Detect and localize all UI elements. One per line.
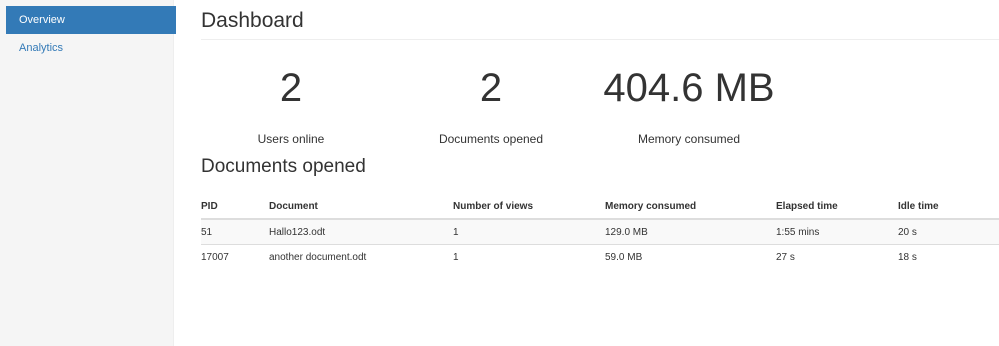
table-row: 17007 another document.odt 1 59.0 MB 27 … (201, 244, 999, 269)
page-title: Dashboard (201, 0, 999, 40)
stat-label: Memory consumed (637, 132, 741, 146)
column-header-elapsed: Elapsed time (776, 195, 898, 220)
stats-row: 2 Users online 2 Documents opened 404.6 … (201, 40, 999, 148)
column-header-pid: PID (201, 195, 269, 220)
stat-users-online: 2 Users online (201, 40, 381, 146)
cell-pid: 17007 (201, 244, 269, 269)
column-header-document: Document (269, 195, 453, 220)
main-content: Dashboard 2 Users online 2 Documents ope… (201, 0, 999, 269)
sidebar: Overview Analytics (0, 0, 176, 346)
stat-value: 2 (279, 66, 303, 110)
stat-label: Documents opened (438, 132, 544, 146)
stat-memory-consumed: 404.6 MB Memory consumed (599, 40, 779, 146)
section-title-documents: Documents opened (201, 156, 366, 177)
cell-pid: 51 (201, 218, 269, 245)
sidebar-item-analytics[interactable]: Analytics (6, 34, 176, 62)
cell-views: 1 (453, 218, 605, 245)
cell-elapsed: 27 s (776, 244, 898, 269)
cell-memory: 59.0 MB (605, 244, 776, 269)
cell-idle: 18 s (898, 244, 999, 269)
stat-documents-opened: 2 Documents opened (401, 40, 581, 146)
column-header-idle: Idle time (898, 195, 999, 220)
cell-idle: 20 s (898, 218, 999, 245)
cell-elapsed: 1:55 mins (776, 218, 898, 245)
stat-value: 2 (479, 66, 503, 110)
stat-value: 404.6 MB (603, 66, 775, 110)
stat-label: Users online (257, 132, 325, 146)
cell-document: Hallo123.odt (269, 218, 453, 245)
table-row: 51 Hallo123.odt 1 129.0 MB 1:55 mins 20 … (201, 218, 999, 245)
documents-table: PID Document Number of views Memory cons… (201, 195, 999, 269)
column-header-memory: Memory consumed (605, 195, 776, 220)
sidebar-item-overview[interactable]: Overview (6, 6, 176, 34)
cell-views: 1 (453, 244, 605, 269)
column-header-views: Number of views (453, 195, 605, 220)
cell-document: another document.odt (269, 244, 453, 269)
cell-memory: 129.0 MB (605, 218, 776, 245)
table-header-row: PID Document Number of views Memory cons… (201, 195, 999, 220)
